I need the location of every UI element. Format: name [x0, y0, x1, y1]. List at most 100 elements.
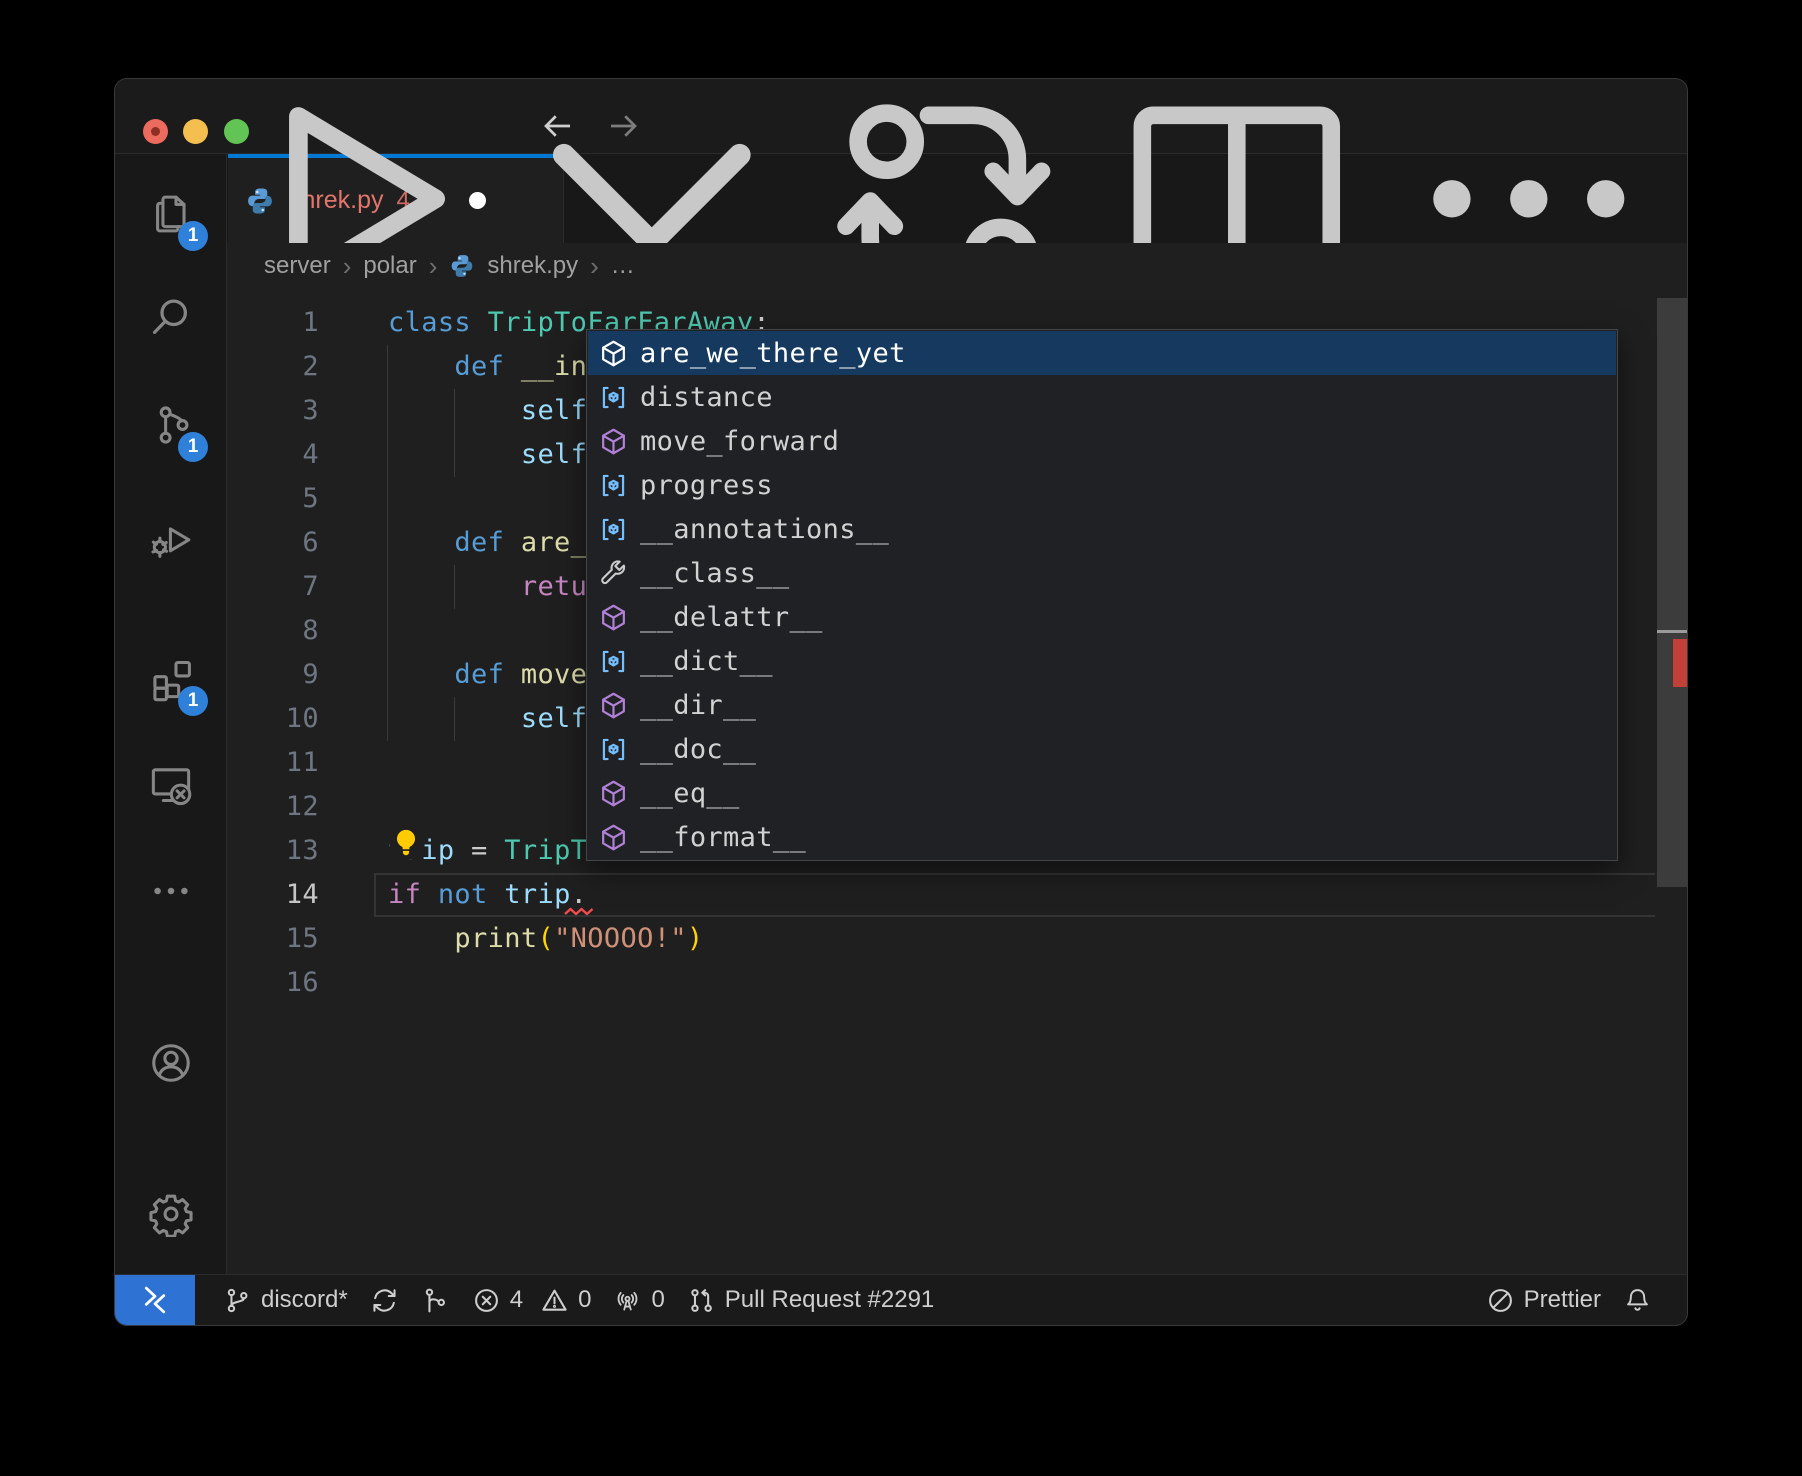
symbol-field-icon — [598, 382, 629, 413]
formatter-status[interactable]: Prettier — [1475, 1275, 1612, 1325]
symbol-method-icon — [598, 690, 629, 721]
line-number: 5 — [227, 477, 319, 521]
line-number: 2 — [227, 345, 319, 389]
status-label: Pull Request #2291 — [725, 1286, 934, 1314]
minimize-button[interactable] — [183, 119, 208, 144]
suggest-item-progress[interactable]: progress — [588, 463, 1616, 507]
symbol-field-icon — [598, 734, 629, 765]
line-number: 9 — [227, 653, 319, 697]
code-line-15[interactable]: 15 print("NOOOO!") — [227, 917, 1687, 961]
line-number: 3 — [227, 389, 319, 433]
suggest-item-__delattr__[interactable]: __delattr__ — [588, 595, 1616, 639]
suggest-item-label: __dict__ — [640, 646, 773, 677]
remote-icon — [140, 1285, 170, 1315]
line-number: 8 — [227, 609, 319, 653]
ellipsis-icon — [148, 868, 194, 914]
suggest-item-are_we_there_yet[interactable]: are_we_there_yet — [588, 331, 1616, 375]
suggest-item-__doc__[interactable]: __doc__ — [588, 727, 1616, 771]
line-number: 1 — [227, 301, 319, 345]
suggest-item-__class__[interactable]: __class__ — [588, 551, 1616, 595]
breadcrumb-item[interactable]: … — [611, 252, 635, 280]
overview-ruler-cursor-mark — [1657, 630, 1687, 633]
badge: 1 — [178, 432, 208, 462]
error-icon — [472, 1286, 501, 1315]
branch-status[interactable]: discord* — [212, 1275, 359, 1325]
suggest-item-label: __annotations__ — [640, 514, 889, 545]
suggest-item-label: __delattr__ — [640, 602, 823, 633]
search-icon — [148, 294, 194, 340]
suggest-item-__annotations__[interactable]: __annotations__ — [588, 507, 1616, 551]
line-content: if not trip. — [388, 873, 587, 917]
line-number: 4 — [227, 433, 319, 477]
overview-ruler-error-mark — [1673, 639, 1687, 687]
line-content: def are_w — [388, 521, 604, 565]
line-content: self — [388, 389, 587, 433]
debug-icon — [148, 513, 194, 559]
activity-item-remote-explorer[interactable] — [115, 739, 226, 829]
suggest-item-label: progress — [640, 470, 773, 501]
code-line-16[interactable]: 16 — [227, 961, 1687, 1005]
symbol-method-icon — [598, 602, 629, 633]
remote-indicator[interactable] — [115, 1275, 195, 1325]
lightbulb-icon[interactable] — [390, 827, 422, 859]
activity-item-settings[interactable] — [115, 1169, 226, 1259]
desktop: polar (Workspace) 111 shrek.py 4, U serv… — [0, 0, 1802, 1476]
line-number: 6 — [227, 521, 319, 565]
activity-item-extensions[interactable]: 1 — [115, 634, 226, 724]
suggest-item-__dict__[interactable]: __dict__ — [588, 639, 1616, 683]
status-bar: discord* 40 0 Pull Request #2291 Prettier — [115, 1274, 1687, 1325]
suggest-item-__dir__[interactable]: __dir__ — [588, 683, 1616, 727]
pull-request-status[interactable]: Pull Request #2291 — [676, 1275, 945, 1325]
activity-item-explorer[interactable]: 1 — [115, 169, 226, 259]
line-content: def __ini — [388, 345, 604, 389]
activity-item-source-control[interactable]: 1 — [115, 380, 226, 470]
status-label: Prettier — [1524, 1286, 1601, 1314]
problems-status[interactable]: 40 — [461, 1275, 603, 1325]
line-number: 12 — [227, 785, 319, 829]
breadcrumb: server›polar›shrek.py›… — [264, 243, 635, 289]
editor-scrollbar[interactable] — [1657, 298, 1687, 887]
breadcrumb-item[interactable]: shrek.py — [487, 252, 578, 280]
status-label: discord* — [261, 1286, 348, 1314]
suggest-item-move_forward[interactable]: move_forward — [588, 419, 1616, 463]
pull-request-icon — [687, 1286, 716, 1315]
status-label: 0 — [651, 1286, 664, 1314]
line-content: self — [388, 433, 587, 477]
symbol-field-icon — [598, 514, 629, 545]
symbol-method-icon — [598, 426, 629, 457]
badge: 1 — [178, 686, 208, 716]
suggest-item-__format__[interactable]: __format__ — [588, 815, 1616, 859]
line-number: 13 — [227, 829, 319, 873]
symbol-method-icon — [598, 822, 629, 853]
sync-status[interactable] — [359, 1275, 410, 1325]
code-line-14[interactable]: 14if not trip. — [227, 873, 1687, 917]
tab-bar: shrek.py 4, U — [227, 154, 1687, 243]
activity-item-run-debug[interactable] — [115, 491, 226, 581]
line-number: 15 — [227, 917, 319, 961]
gear-icon — [148, 1191, 194, 1237]
git-branch-icon — [223, 1286, 252, 1315]
breadcrumb-item[interactable]: polar — [363, 252, 416, 280]
ports-status[interactable]: 0 — [602, 1275, 675, 1325]
editor[interactable]: server›polar›shrek.py›… 1class TripToFar… — [227, 243, 1687, 1274]
suggest-item-label: __doc__ — [640, 734, 756, 765]
close-button[interactable] — [143, 119, 168, 144]
line-content: retur — [388, 565, 604, 609]
breadcrumb-item[interactable]: server — [264, 252, 331, 280]
activity-item-account[interactable] — [115, 1018, 226, 1108]
activity-item-more-views[interactable] — [115, 846, 226, 936]
breadcrumb-separator: › — [343, 251, 352, 282]
line-content: self — [388, 697, 587, 741]
git-graph-status[interactable] — [410, 1275, 461, 1325]
activity-item-search[interactable] — [115, 272, 226, 362]
git-graph-icon — [421, 1286, 450, 1315]
python-icon — [449, 253, 475, 279]
warning-icon — [540, 1286, 569, 1315]
badge: 1 — [178, 221, 208, 251]
suggest-item-distance[interactable]: distance — [588, 375, 1616, 419]
prettier-icon — [1486, 1286, 1515, 1315]
sync-icon — [370, 1286, 399, 1315]
notifications-bell[interactable] — [1612, 1275, 1663, 1325]
suggest-item-__eq__[interactable]: __eq__ — [588, 771, 1616, 815]
suggest-item-label: __dir__ — [640, 690, 756, 721]
